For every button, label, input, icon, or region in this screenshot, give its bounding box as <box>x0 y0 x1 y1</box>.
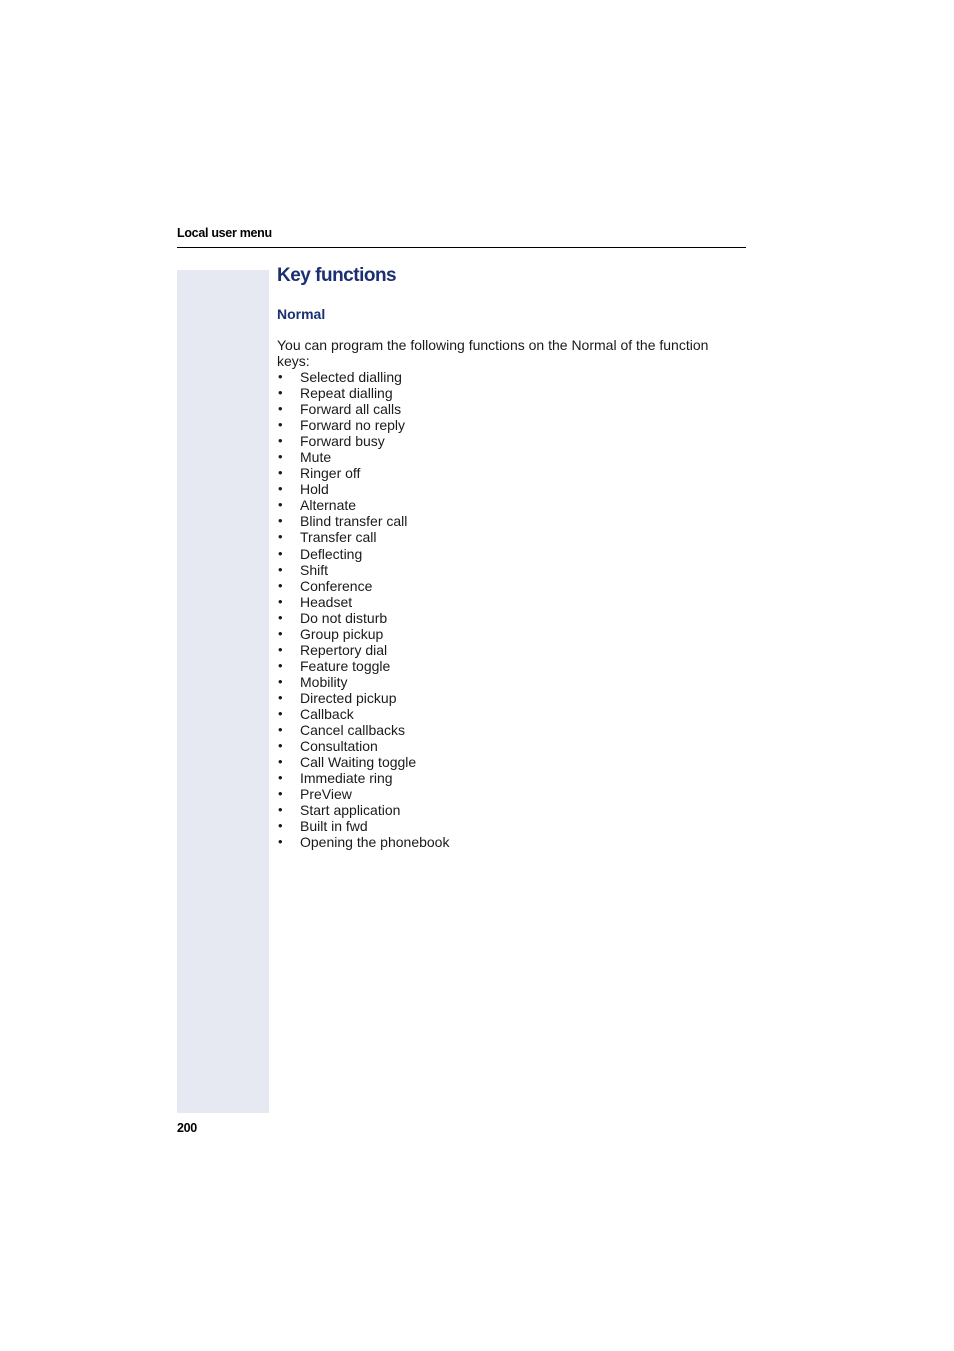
function-list-item: • Call Waiting toggle <box>277 754 737 770</box>
function-list-item: • PreView <box>277 786 737 802</box>
function-label: Mute <box>300 449 332 466</box>
bullet-icon: • <box>278 657 283 673</box>
function-label: Hold <box>300 481 329 498</box>
function-label: Forward busy <box>300 433 385 450</box>
function-label: Shift <box>300 561 329 578</box>
bullet-icon: • <box>278 417 283 433</box>
bullet-icon: • <box>278 818 283 834</box>
function-list-item: • Forward all calls <box>277 401 737 417</box>
header-rule <box>177 247 746 248</box>
section-title: Key functions <box>277 265 397 286</box>
section-subtitle: Normal <box>277 306 326 322</box>
function-label: Repertory dial <box>300 641 388 658</box>
function-label: Do not disturb <box>300 609 388 626</box>
function-label: Blind transfer call <box>300 513 408 530</box>
function-list-item: • Callback <box>277 706 737 722</box>
function-list-item: • Repeat dialling <box>277 385 737 401</box>
bullet-icon: • <box>278 433 283 449</box>
bullet-icon: • <box>278 385 283 401</box>
bullet-icon: • <box>278 529 283 545</box>
function-list-item: • Feature toggle <box>277 658 737 674</box>
bullet-icon: • <box>278 369 283 384</box>
bullet-icon: • <box>278 738 283 754</box>
function-list-item: • Blind transfer call <box>277 513 737 529</box>
function-label: Forward no reply <box>300 417 406 434</box>
side-margin-band <box>177 270 269 1113</box>
bullet-icon: • <box>278 449 283 465</box>
page-number: 200 <box>177 1121 197 1135</box>
function-list-item: • Conference <box>277 578 737 594</box>
bullet-icon: • <box>278 401 283 417</box>
bullet-icon: • <box>278 770 283 786</box>
function-list-item: • Headset <box>277 594 737 610</box>
function-label: Directed pickup <box>300 689 397 706</box>
function-list-item: • Do not disturb <box>277 610 737 626</box>
function-label: Immediate ring <box>300 770 393 787</box>
function-label: Selected dialling <box>300 369 402 385</box>
bullet-icon: • <box>278 722 283 738</box>
function-list-item: • Mobility <box>277 674 737 690</box>
bullet-icon: • <box>278 545 283 561</box>
function-list-item: • Hold <box>277 481 737 497</box>
function-list-item: • Opening the phonebook <box>277 834 737 850</box>
function-list-item: • Repertory dial <box>277 642 737 658</box>
bullet-icon: • <box>278 705 283 721</box>
function-list-item: • Built in fwd <box>277 818 737 834</box>
bullet-icon: • <box>278 834 283 850</box>
function-label: Opening the phonebook <box>300 834 450 851</box>
function-label: Conference <box>300 577 373 594</box>
function-list-item: • Start application <box>277 802 737 818</box>
function-label: Cancel callbacks <box>300 722 406 739</box>
function-label: Call Waiting toggle <box>300 754 417 771</box>
function-list-item: • Ringer off <box>277 465 737 481</box>
function-label: Ringer off <box>300 465 361 482</box>
function-list-item: • Forward busy <box>277 433 737 449</box>
function-list-item: • Directed pickup <box>277 690 737 706</box>
bullet-icon: • <box>278 641 283 657</box>
function-list-item: • Alternate <box>277 497 737 513</box>
intro-paragraph: You can program the following functions … <box>277 337 709 369</box>
bullet-icon: • <box>278 481 283 497</box>
function-label: Feature toggle <box>300 657 391 674</box>
function-label: PreView <box>300 786 352 803</box>
bullet-icon: • <box>278 577 283 593</box>
function-list-item: • Consultation <box>277 738 737 754</box>
bullet-icon: • <box>278 625 283 641</box>
function-label: Alternate <box>300 497 357 514</box>
bullet-icon: • <box>278 497 283 513</box>
function-label: Headset <box>300 593 353 610</box>
bullet-icon: • <box>278 561 283 577</box>
function-label: Repeat dialling <box>300 385 393 402</box>
running-header: Local user menu <box>177 226 272 240</box>
bullet-icon: • <box>278 786 283 802</box>
function-list-item: • Selected dialling <box>277 369 737 385</box>
function-label: Forward all calls <box>300 401 402 418</box>
bullet-icon: • <box>278 689 283 705</box>
bullet-icon: • <box>278 609 283 625</box>
function-list-item: • Deflecting <box>277 546 737 562</box>
function-label: Deflecting <box>300 545 363 562</box>
function-label: Transfer call <box>300 529 377 546</box>
function-label: Mobility <box>300 673 348 690</box>
bullet-icon: • <box>278 754 283 770</box>
function-list-item: • Immediate ring <box>277 770 737 786</box>
function-label: Built in fwd <box>300 818 368 835</box>
function-label: Group pickup <box>300 625 384 642</box>
bullet-icon: • <box>278 673 283 689</box>
function-list-item: • Transfer call <box>277 529 737 545</box>
bullet-icon: • <box>278 513 283 529</box>
bullet-icon: • <box>278 802 283 818</box>
function-list: • Selected dialling • Repeat dialling • Forwa… <box>277 369 737 850</box>
function-label: Start application <box>300 802 401 819</box>
function-label: Consultation <box>300 738 378 755</box>
main-content: Key functions Normal You can program the… <box>277 264 737 850</box>
function-list-item: • Cancel callbacks <box>277 722 737 738</box>
function-label: Callback <box>300 705 354 722</box>
function-list-item: • Mute <box>277 449 737 465</box>
function-list-item: • Forward no reply <box>277 417 737 433</box>
function-list-item: • Group pickup <box>277 626 737 642</box>
bullet-icon: • <box>278 593 283 609</box>
function-list-item: • Shift <box>277 562 737 578</box>
bullet-icon: • <box>278 465 283 481</box>
